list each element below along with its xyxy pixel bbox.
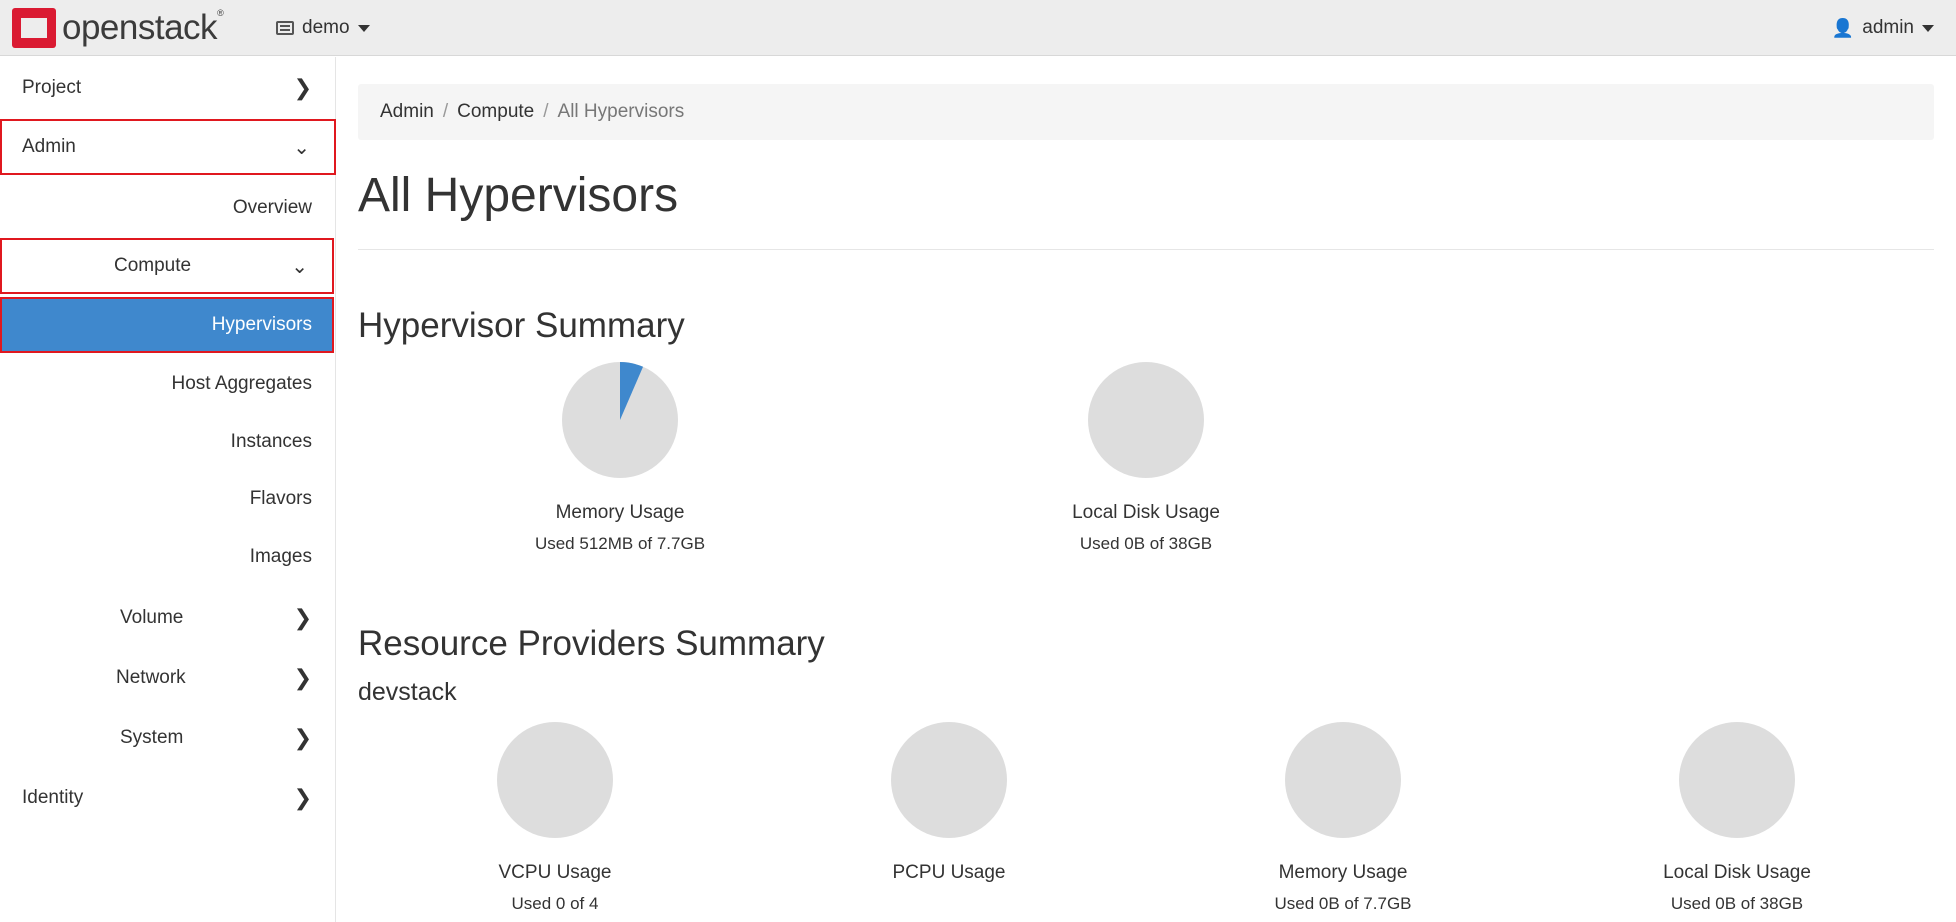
sidebar-item-instances[interactable]: Instances bbox=[0, 431, 312, 453]
vcpu-usage-pie bbox=[497, 722, 613, 838]
chevron-right-icon: ❯ bbox=[293, 75, 312, 101]
memory-usage-chart: Memory Usage Used 512MB of 7.7GB bbox=[470, 362, 770, 554]
provider-name: devstack bbox=[358, 678, 457, 706]
breadcrumb: Admin / Compute / All Hypervisors bbox=[358, 84, 1934, 140]
pcpu-usage-chart: PCPU Usage bbox=[799, 722, 1099, 894]
chart-usage: Used 0B of 7.7GB bbox=[1274, 894, 1412, 913]
breadcrumb-separator: / bbox=[442, 101, 449, 122]
chevron-right-icon: ❯ bbox=[293, 605, 312, 631]
chart-title: Local Disk Usage bbox=[1663, 862, 1811, 883]
user-icon: 👤 bbox=[1831, 17, 1855, 38]
user-menu[interactable]: 👤 admin bbox=[1832, 14, 1934, 42]
sidebar-item-compute[interactable]: Compute ⌄ bbox=[0, 238, 334, 294]
sidebar-item-label: Identity bbox=[22, 787, 84, 808]
sidebar-item-flavors[interactable]: Flavors bbox=[0, 488, 312, 510]
pie-background bbox=[891, 722, 1007, 838]
sidebar-item-label: Admin bbox=[22, 136, 76, 157]
chevron-down-icon: ⌄ bbox=[291, 254, 308, 278]
memory-usage-provider-chart: Memory Usage Used 0B of 7.7GB bbox=[1193, 722, 1493, 914]
sidebar-item-label: Project bbox=[22, 77, 82, 98]
resource-providers-summary-title: Resource Providers Summary bbox=[358, 624, 825, 663]
pie-background bbox=[497, 722, 613, 838]
chart-title: Memory Usage bbox=[555, 502, 685, 523]
chevron-right-icon: ❯ bbox=[293, 665, 312, 691]
sidebar-item-identity[interactable]: Identity ❯ bbox=[0, 775, 336, 821]
sidebar-item-admin[interactable]: Admin ⌄ bbox=[0, 119, 336, 175]
sidebar-item-label: Network bbox=[116, 667, 186, 688]
openstack-logo-icon bbox=[12, 8, 56, 48]
sidebar-item-system[interactable]: System ❯ bbox=[0, 715, 336, 761]
chart-usage: Used 0B of 38GB bbox=[1079, 534, 1213, 553]
sidebar-item-label: Volume bbox=[120, 607, 184, 628]
top-navbar: openstack® demo 👤 admin bbox=[0, 0, 1956, 56]
sidebar-item-network[interactable]: Network ❯ bbox=[0, 655, 336, 701]
brand-name: openstack® bbox=[62, 8, 224, 47]
sidebar: Project ❯ Admin ⌄ Overview Compute ⌄ Hyp… bbox=[0, 57, 336, 922]
page-title: All Hypervisors bbox=[358, 169, 679, 222]
chart-title: PCPU Usage bbox=[892, 862, 1006, 883]
openstack-logo[interactable]: openstack® bbox=[12, 6, 224, 50]
hypervisor-summary-title: Hypervisor Summary bbox=[358, 306, 685, 345]
title-divider bbox=[358, 249, 1934, 250]
sidebar-item-overview[interactable]: Overview bbox=[0, 197, 312, 219]
project-list-icon bbox=[276, 21, 294, 35]
local-disk-usage-pie bbox=[1088, 362, 1204, 478]
chart-usage: Used 512MB of 7.7GB bbox=[534, 534, 706, 553]
pie-background bbox=[1285, 722, 1401, 838]
caret-down-icon bbox=[1922, 24, 1934, 32]
breadcrumb-compute[interactable]: Compute bbox=[457, 101, 534, 123]
sidebar-item-host-aggregates[interactable]: Host Aggregates bbox=[0, 373, 312, 395]
sidebar-item-label: Hypervisors bbox=[211, 314, 312, 335]
chart-title: VCPU Usage bbox=[498, 862, 612, 883]
sidebar-item-label: System bbox=[120, 727, 184, 748]
user-menu-label: admin bbox=[1862, 17, 1914, 38]
pie-background bbox=[1679, 722, 1795, 838]
project-selector[interactable]: demo bbox=[276, 14, 370, 42]
memory-usage-provider-pie bbox=[1285, 722, 1401, 838]
breadcrumb-current: All Hypervisors bbox=[557, 101, 685, 122]
sidebar-item-project[interactable]: Project ❯ bbox=[0, 65, 336, 111]
caret-down-icon bbox=[357, 24, 370, 32]
chart-usage: Used 0 of 4 bbox=[511, 894, 599, 913]
pcpu-usage-pie bbox=[891, 722, 1007, 838]
sidebar-item-hypervisors[interactable]: Hypervisors bbox=[0, 297, 334, 353]
pie-background bbox=[1088, 362, 1204, 478]
sidebar-item-label: Compute bbox=[114, 255, 192, 276]
chevron-right-icon: ❯ bbox=[293, 785, 312, 811]
chart-title: Local Disk Usage bbox=[1072, 502, 1220, 523]
memory-usage-pie bbox=[562, 362, 678, 478]
sidebar-item-images[interactable]: Images bbox=[0, 546, 312, 568]
chevron-right-icon: ❯ bbox=[293, 725, 312, 751]
vcpu-usage-chart: VCPU Usage Used 0 of 4 bbox=[405, 722, 705, 914]
chart-title: Memory Usage bbox=[1278, 862, 1408, 883]
chart-usage: Used 0B of 38GB bbox=[1670, 894, 1804, 913]
local-disk-usage-chart: Local Disk Usage Used 0B of 38GB bbox=[996, 362, 1296, 554]
local-disk-usage-provider-chart: Local Disk Usage Used 0B of 38GB bbox=[1587, 722, 1887, 914]
local-disk-usage-provider-pie bbox=[1679, 722, 1795, 838]
breadcrumb-admin[interactable]: Admin bbox=[380, 101, 434, 123]
breadcrumb-separator: / bbox=[543, 101, 549, 122]
project-selector-label: demo bbox=[302, 17, 350, 38]
sidebar-item-volume[interactable]: Volume ❯ bbox=[0, 595, 336, 641]
chevron-down-icon: ⌄ bbox=[293, 135, 310, 159]
